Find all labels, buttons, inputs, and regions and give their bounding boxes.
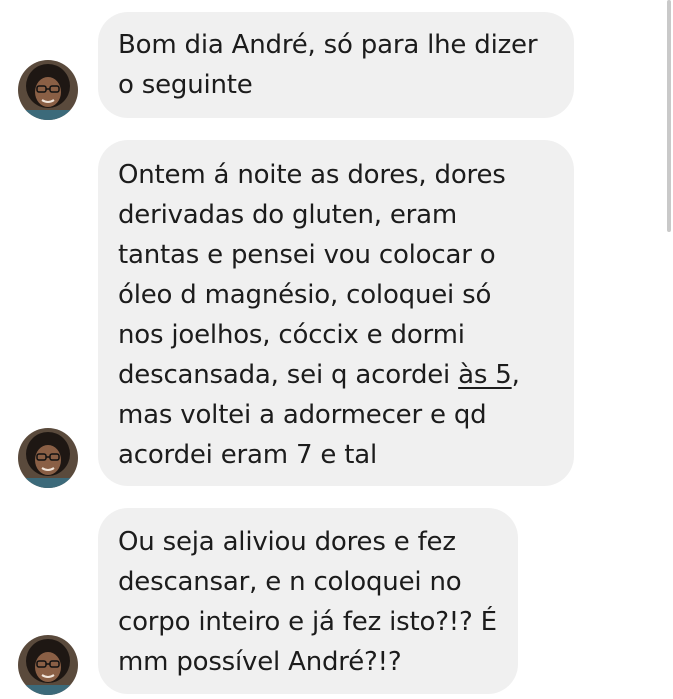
sender-avatar[interactable] [18,635,78,695]
message-line: nos joelhos, cóccix e dormi [118,320,465,350]
message-line: mm possível André?!? [118,647,402,677]
message-bubble[interactable]: Bom dia André, só para lhe dizer o segui… [98,12,574,118]
avatar-photo-icon [18,60,78,120]
message-thread: Bom dia André, só para lhe dizer o segui… [0,0,673,699]
scrollbar[interactable] [667,0,671,232]
message-line: corpo inteiro e já fez isto?!? É [118,607,497,637]
message-line: acordei eram 7 e tal [118,440,377,470]
message-bubble[interactable]: Ou seja aliviou dores e fez descansar, e… [98,508,518,694]
message-bubble[interactable]: Ontem á noite as dores, dores derivadas … [98,140,574,486]
sender-avatar[interactable] [18,60,78,120]
message-line: mas voltei a adormecer e qd [118,400,487,430]
time-link[interactable]: às 5 [458,360,512,390]
message-line: descansada, sei q acordei às 5, [118,355,554,395]
message-line: derivadas do gluten, eram [118,200,458,230]
message-text: , [511,360,520,390]
avatar-photo-icon [18,428,78,488]
message-line: Ou seja aliviou dores e fez [118,527,456,557]
message-line: Bom dia André, só para lhe dizer [118,30,538,60]
sender-avatar[interactable] [18,428,78,488]
message-line: tantas e pensei vou colocar o [118,240,496,270]
message-line: descansar, e n coloquei no [118,567,462,597]
message-line: óleo d magnésio, coloquei só [118,280,492,310]
message-line: o seguinte [118,70,253,100]
message-line: Ontem á noite as dores, dores [118,160,506,190]
avatar-photo-icon [18,635,78,695]
message-text: descansada, sei q acordei [118,360,459,390]
